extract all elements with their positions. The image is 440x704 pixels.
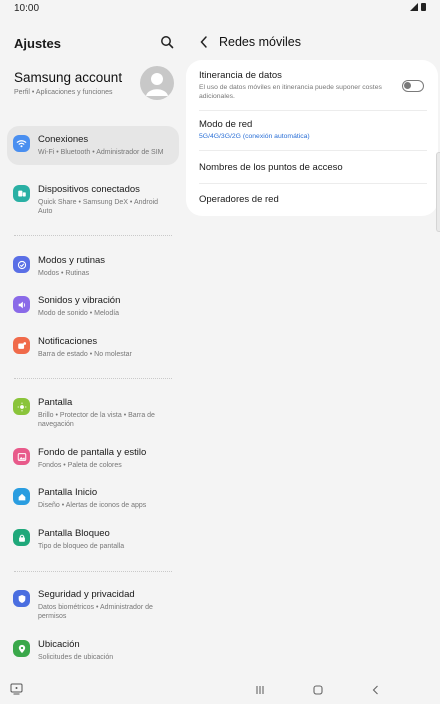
wallpaper-icon: [13, 448, 30, 465]
devices-icon: [13, 185, 30, 202]
row-subtitle: El uso de datos móviles en itinerancia p…: [199, 84, 382, 100]
menu-item-modos-rutinas[interactable]: Modos y rutinas Modos • Rutinas: [7, 247, 179, 286]
menu-item-fondo-pantalla[interactable]: Fondo de pantalla y estilo Fondos • Palet…: [7, 439, 179, 478]
menu-item-subtitle: Diseño • Alertas de iconos de apps: [38, 502, 147, 509]
system-icons: [410, 3, 426, 11]
menu-item-subtitle: Barra de estado • No molestar: [38, 351, 132, 358]
menu-item-label: Seguridad y privacidad: [38, 589, 135, 600]
section-divider: [14, 378, 172, 379]
home-button-icon[interactable]: [312, 684, 324, 696]
menu-item-seguridad-privacidad[interactable]: Seguridad y privacidad Datos biométricos …: [7, 581, 179, 629]
menu-item-label: Conexiones: [38, 134, 89, 145]
section-divider: [14, 571, 172, 572]
battery-icon: [421, 3, 426, 11]
check-circle-icon: [13, 256, 30, 273]
brightness-icon: [13, 398, 30, 415]
mobile-networks-card: Itinerancia de datos El uso de datos móv…: [186, 60, 438, 216]
menu-item-subtitle: Modo de sonido • Melodía: [38, 310, 120, 317]
menu-item-label: Pantalla: [38, 397, 73, 408]
menu-item-label: Modos y rutinas: [38, 255, 106, 266]
menu-item-pantalla-inicio[interactable]: Pantalla Inicio Diseño • Alertas de icono…: [7, 479, 179, 518]
menu-item-subtitle: Solicitudes de ubicación: [38, 654, 114, 661]
menu-item-subtitle: Modos • Rutinas: [38, 270, 90, 277]
menu-item-subtitle: Wi-Fi • Bluetooth • Administrador de SIM: [38, 149, 164, 156]
page-title: Redes móviles: [219, 35, 301, 49]
home-icon: [13, 488, 30, 505]
menu-item-subtitle: Datos biométricos • Administrador de per…: [38, 604, 153, 620]
row-subtitle: 5G/4G/3G/2G (conexión automática): [199, 133, 310, 140]
menu-item-label: Dispositivos conectados: [38, 184, 140, 195]
row-title: Nombres de los puntos de acceso: [199, 162, 343, 173]
menu-item-label: Sonidos y vibración: [38, 295, 121, 306]
wifi-icon: [13, 135, 30, 152]
settings-title: Ajustes: [14, 36, 61, 51]
row-title: Operadores de red: [199, 194, 279, 205]
search-icon[interactable]: [160, 35, 174, 49]
edge-panel-handle[interactable]: [436, 152, 440, 232]
avatar[interactable]: [140, 66, 174, 100]
row-network-operators[interactable]: Operadores de red: [199, 194, 427, 206]
menu-item-sonidos[interactable]: Sonidos y vibración Modo de sonido • Melo…: [7, 287, 179, 326]
settings-list-pane: Ajustes Samsung account Perfil • Aplicac…: [0, 16, 186, 676]
location-pin-icon: [13, 640, 30, 657]
menu-item-conexiones[interactable]: Conexiones Wi-Fi • Bluetooth • Administra…: [7, 126, 179, 165]
status-bar: 10:00: [0, 0, 440, 16]
row-data-roaming[interactable]: Itinerancia de datos El uso de datos móv…: [199, 70, 427, 101]
menu-item-subtitle: Fondos • Paleta de colores: [38, 462, 122, 469]
menu-item-subtitle: Tipo de bloqueo de pantalla: [38, 543, 125, 550]
row-network-mode[interactable]: Modo de red 5G/4G/3G/2G (conexión automá…: [199, 119, 427, 142]
menu-item-dispositivos-conectados[interactable]: Dispositivos conectados Quick Share • Sam…: [7, 176, 179, 224]
row-divider: [199, 150, 427, 151]
section-divider: [14, 235, 172, 236]
row-divider: [199, 110, 427, 111]
speaker-icon: [13, 296, 30, 313]
menu-item-label: Pantalla Inicio: [38, 487, 98, 498]
shield-icon: [13, 590, 30, 607]
menu-item-pantalla-bloqueo[interactable]: Pantalla Bloqueo Tipo de bloqueo de panta…: [7, 520, 179, 559]
row-title: Modo de red: [199, 119, 253, 130]
menu-item-label: Fondo de pantalla y estilo: [38, 447, 147, 458]
recent-apps-icon[interactable]: [254, 684, 266, 696]
roaming-toggle[interactable]: [402, 80, 424, 92]
detail-header: Redes móviles: [199, 35, 301, 49]
menu-item-label: Pantalla Bloqueo: [38, 528, 110, 539]
menu-item-subtitle: Quick Share • Samsung DeX • Android Auto: [38, 199, 159, 215]
person-icon: [146, 73, 168, 96]
menu-item-subtitle: Brillo • Protector de la vista • Barra d…: [38, 412, 155, 428]
row-title: Itinerancia de datos: [199, 70, 282, 81]
menu-item-notificaciones[interactable]: Notificaciones Barra de estado • No moles…: [7, 328, 179, 367]
navigation-bar: [0, 676, 440, 704]
notification-icon: [13, 337, 30, 354]
menu-item-label: Ubicación: [38, 639, 80, 650]
back-arrow-icon[interactable]: [199, 35, 209, 49]
menu-item-ubicacion[interactable]: Ubicación Solicitudes de ubicación: [7, 631, 179, 670]
status-time: 10:00: [14, 3, 40, 14]
row-divider: [199, 183, 427, 184]
lock-icon: [13, 529, 30, 546]
signal-icon: [410, 3, 418, 11]
menu-item-pantalla[interactable]: Pantalla Brillo • Protector de la vista •…: [7, 389, 179, 437]
menu-item-label: Notificaciones: [38, 336, 98, 347]
back-button-icon[interactable]: [370, 684, 382, 696]
keyboard-toggle-icon[interactable]: [10, 683, 23, 695]
row-access-point-names[interactable]: Nombres de los puntos de acceso: [199, 162, 427, 174]
